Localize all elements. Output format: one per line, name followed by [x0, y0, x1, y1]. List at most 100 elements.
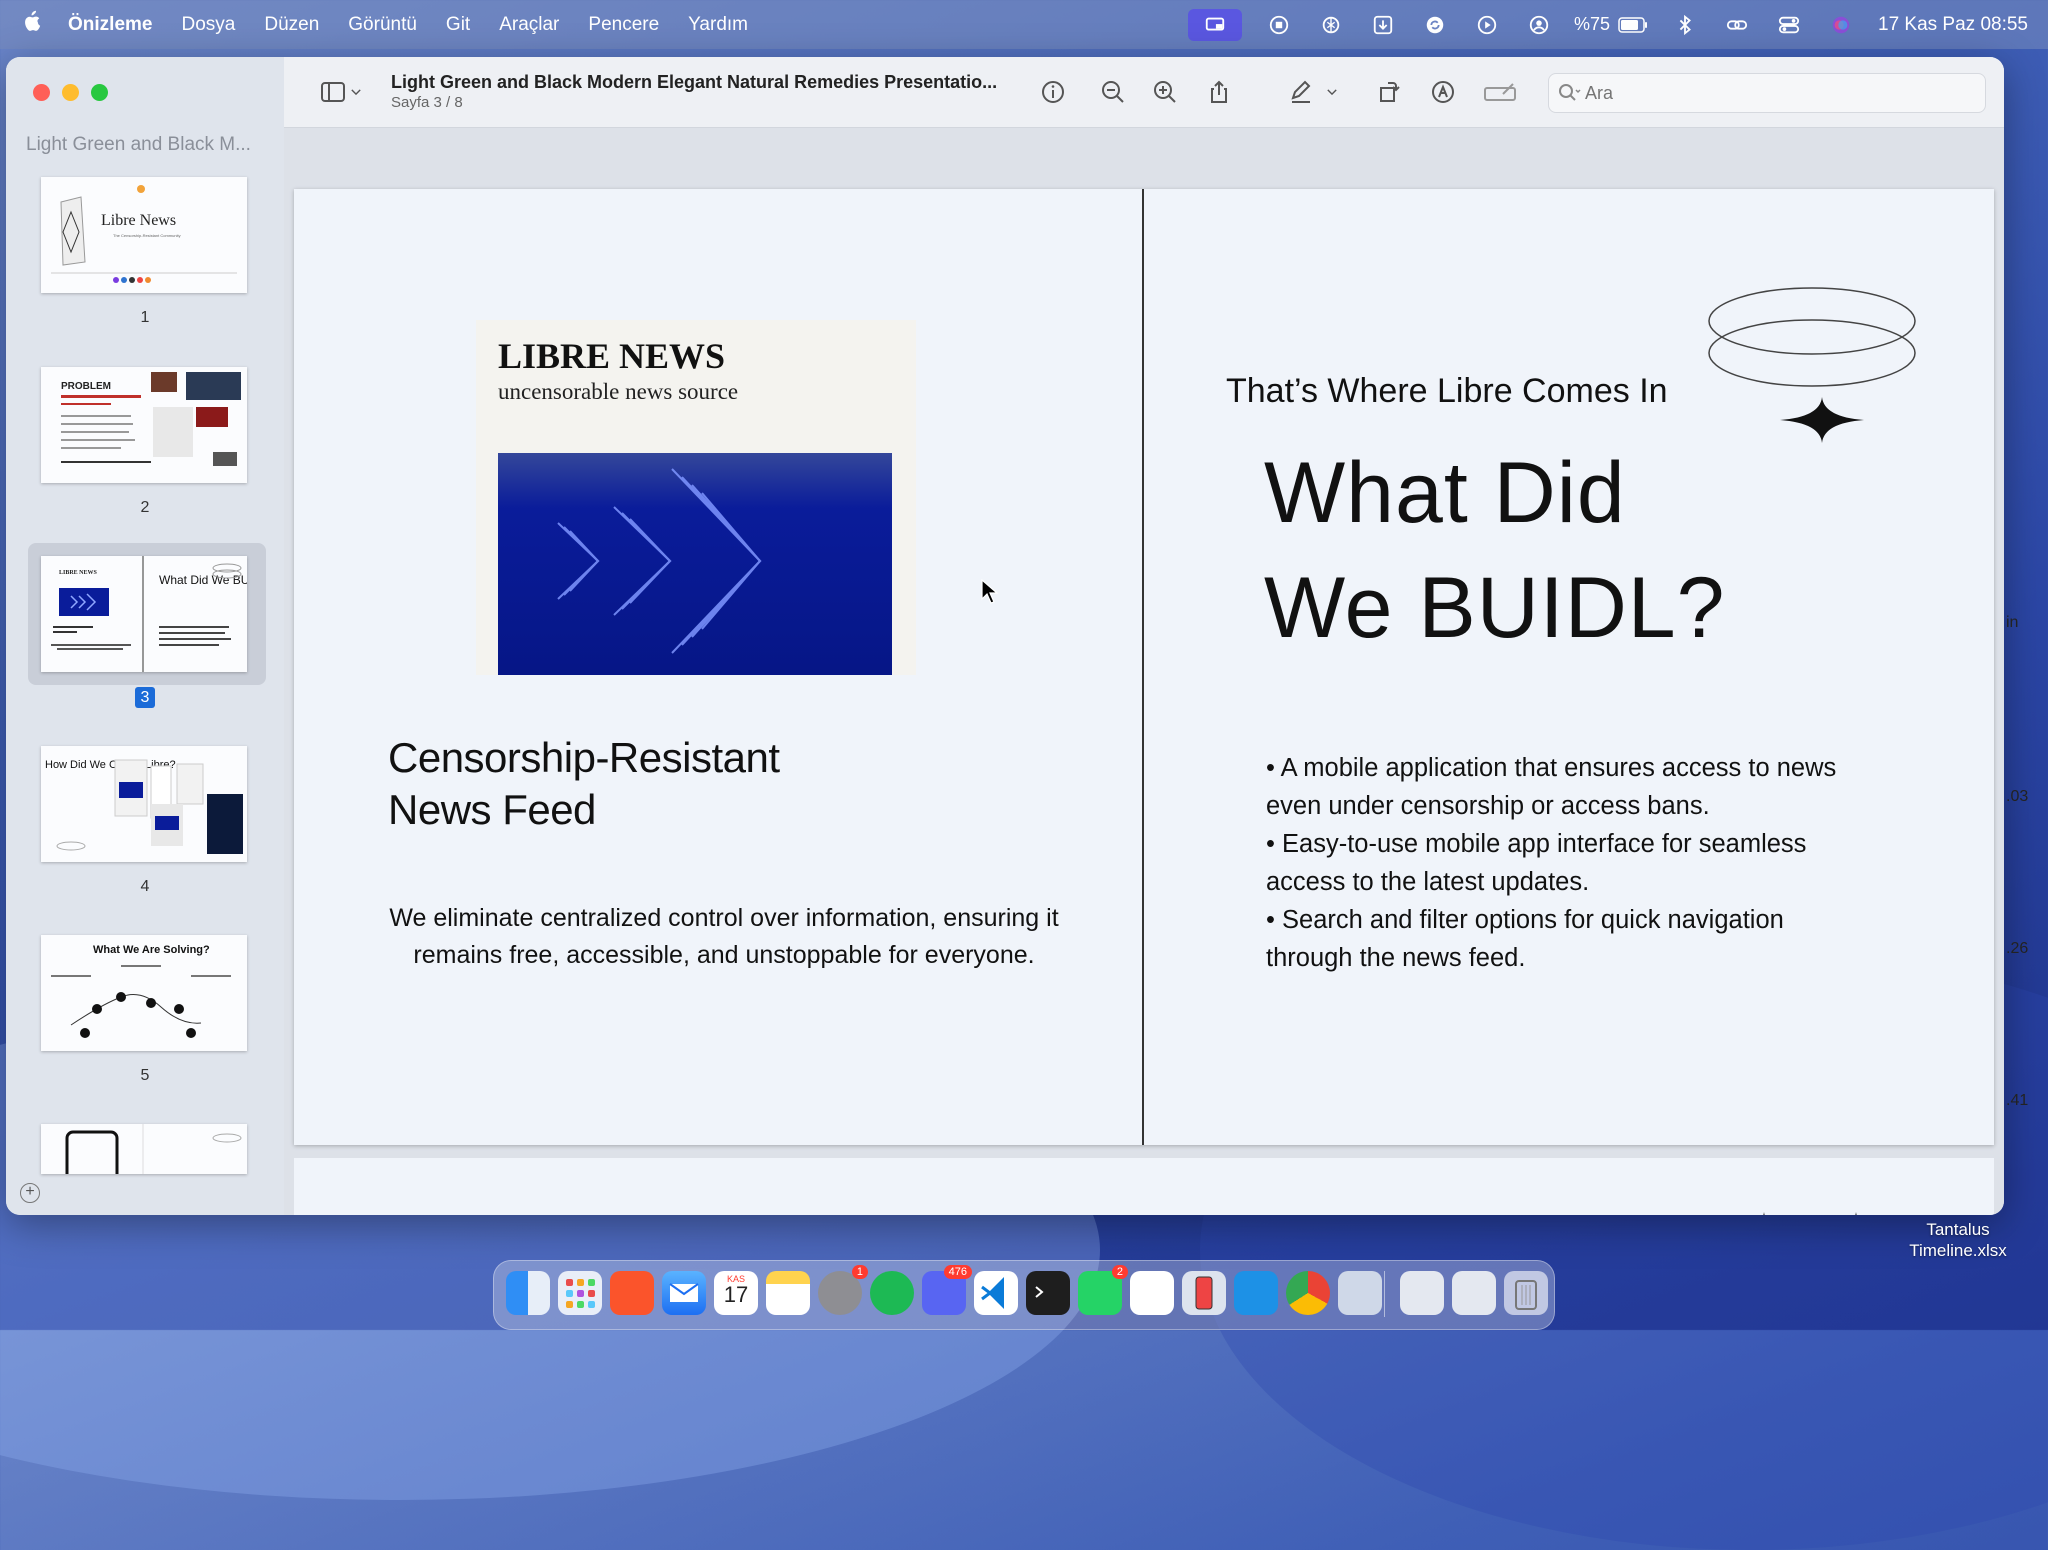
play-icon[interactable] — [1472, 12, 1502, 38]
thumb-1-subtitle: The Censorship-Resistant Community — [113, 233, 181, 238]
desktop-file-tantalus[interactable]: Tantalus Timeline.xlsx — [1888, 1219, 2028, 1261]
toolbar: Light Green and Black Modern Elegant Nat… — [284, 57, 2004, 128]
thumb-3-left-title: LIBRE NEWS — [59, 570, 98, 576]
feed-title: Censorship-Resistant News Feed — [388, 732, 780, 836]
terminal-icon[interactable] — [1026, 1271, 1070, 1315]
info-icon[interactable] — [1036, 75, 1070, 109]
sidebar-toggle-icon[interactable] — [316, 75, 350, 109]
rotate-icon[interactable] — [1372, 75, 1406, 109]
page-thumbnail-2[interactable]: PROBLEM — [41, 367, 247, 483]
document-title: Light Green and Black Modern Elegant Nat… — [391, 72, 998, 92]
close-button[interactable] — [33, 84, 50, 101]
downloads-stack-icon[interactable] — [1400, 1271, 1444, 1315]
feature-list: • A mobile application that ensures acce… — [1266, 749, 1846, 977]
menu-app-preview[interactable]: Önizleme — [68, 14, 152, 36]
sparkle-star-icon — [1780, 397, 1864, 443]
link-icon[interactable] — [1722, 12, 1752, 38]
page-thumbnail-3[interactable]: LIBRE NEWS What Did We BUIDL? — [41, 556, 247, 672]
add-page-button[interactable]: + — [20, 1183, 40, 1203]
apple-menu-icon[interactable] — [20, 10, 42, 39]
libre-news-subtitle: uncensorable news source — [498, 379, 739, 404]
chatgpt-icon[interactable] — [1316, 12, 1346, 38]
feed-description: We eliminate centralized control over in… — [389, 904, 1059, 969]
menu-bar: Önizleme Dosya Düzen Görüntü Git Araçlar… — [0, 0, 2048, 49]
share-icon[interactable] — [1202, 75, 1236, 109]
libre-news-title: LIBRE NEWS — [498, 336, 726, 376]
discord-icon[interactable]: 476 — [922, 1265, 972, 1315]
screen-share-icon[interactable] — [1187, 8, 1242, 41]
thumb-5-title: What We Are Solving? — [93, 944, 210, 956]
launchpad-icon[interactable] — [558, 1271, 602, 1315]
search-input[interactable] — [1583, 82, 1977, 105]
minimize-button[interactable] — [62, 84, 79, 101]
documents-stack-icon[interactable] — [1452, 1271, 1496, 1315]
download-icon[interactable] — [1368, 12, 1398, 38]
user-icon[interactable] — [1524, 12, 1554, 38]
chrome-icon[interactable] — [1286, 1271, 1330, 1315]
document-view[interactable]: LIBRE NEWS uncensorable news source Cens… — [284, 128, 2004, 1215]
clock[interactable]: 17 Kas Paz 08:55 — [1878, 14, 2028, 36]
menu-window[interactable]: Pencere — [588, 14, 659, 36]
calendar-icon[interactable]: KAS 17 — [714, 1271, 758, 1315]
notes-icon[interactable] — [766, 1271, 810, 1315]
calendar-day: 17 — [723, 1282, 749, 1307]
libre-chevron-image — [498, 453, 892, 675]
desktop-file-name-line-1: Tantalus — [1926, 1220, 1990, 1239]
markup-chevron-down-icon[interactable] — [1322, 75, 1342, 109]
preview-app-icon[interactable] — [1338, 1271, 1382, 1315]
spotify-icon[interactable] — [870, 1271, 914, 1315]
sync-icon[interactable] — [1420, 12, 1450, 38]
slide-kicker: That’s Where Libre Comes In — [1226, 372, 1668, 410]
simulator-icon[interactable] — [1182, 1271, 1226, 1315]
form-fill-icon[interactable] — [1480, 75, 1520, 109]
slide-heading-line-1: What Did — [1264, 445, 1626, 541]
sparkle-star-icon — [1763, 1212, 1765, 1215]
thumb-3-right-title: What Did We BUIDL? — [159, 573, 247, 587]
menu-view[interactable]: Görüntü — [348, 14, 417, 36]
feature-item-2: • Easy-to-use mobile app interface for s… — [1266, 830, 1807, 896]
zoom-in-icon[interactable] — [1148, 75, 1182, 109]
page-thumbnail-5[interactable]: What We Are Solving? — [41, 935, 247, 1051]
background-window-text: .26 — [2006, 940, 2029, 957]
bluetooth-icon[interactable] — [1670, 12, 1700, 38]
page-thumbnail-4[interactable]: How Did We Create Libre? — [41, 746, 247, 862]
fullscreen-button[interactable] — [91, 84, 108, 101]
page-thumbnail-1[interactable]: Libre News The Censorship-Resistant Comm… — [41, 177, 247, 293]
search-icon — [1557, 82, 1581, 109]
whatsapp-icon[interactable]: 2 — [1078, 1265, 1128, 1315]
docker-icon[interactable] — [1234, 1271, 1278, 1315]
background-window-text: in — [2006, 614, 2019, 631]
annotate-icon[interactable] — [1426, 75, 1460, 109]
control-center-icon[interactable] — [1774, 12, 1804, 38]
vscode-icon[interactable] — [974, 1271, 1018, 1315]
page-number-4: 4 — [140, 878, 150, 895]
background-window-text: .41 — [2006, 1092, 2029, 1109]
thumbnail-sidebar: Light Green and Black M... Libre News Th… — [6, 57, 285, 1215]
zoom-out-icon[interactable] — [1096, 75, 1130, 109]
finder-icon[interactable] — [506, 1271, 550, 1315]
slide-heading-line-2: We BUIDL? — [1264, 560, 1726, 656]
slide-divider — [1142, 189, 1144, 1145]
system-settings-icon[interactable]: 1 — [818, 1265, 868, 1315]
siri-icon[interactable] — [1826, 12, 1856, 38]
search-box[interactable] — [1548, 73, 1986, 113]
trash-icon[interactable] — [1504, 1271, 1548, 1315]
menu-help[interactable]: Yardım — [688, 14, 748, 36]
menu-tools[interactable]: Araçlar — [499, 14, 559, 36]
menu-file[interactable]: Dosya — [181, 14, 235, 36]
page-thumbnail-6[interactable] — [41, 1124, 247, 1174]
menu-edit[interactable]: Düzen — [264, 14, 319, 36]
menu-go[interactable]: Git — [446, 14, 470, 36]
thumb-1-title: Libre News — [101, 212, 176, 229]
chatgpt-app-icon[interactable] — [1130, 1271, 1174, 1315]
preview-window: Light Green and Black M... Libre News Th… — [6, 57, 2004, 1215]
page-indicator: Sayfa 3 / 8 — [391, 94, 463, 111]
mail-icon[interactable] — [662, 1271, 706, 1315]
record-icon[interactable] — [1264, 12, 1294, 38]
brave-browser-icon[interactable] — [610, 1271, 654, 1315]
chevron-down-icon[interactable] — [346, 75, 366, 109]
feature-item-1: • A mobile application that ensures acce… — [1266, 754, 1837, 820]
markup-pen-icon[interactable] — [1284, 75, 1318, 109]
battery-icon[interactable] — [1618, 12, 1648, 38]
mouse-cursor-icon — [981, 579, 999, 604]
